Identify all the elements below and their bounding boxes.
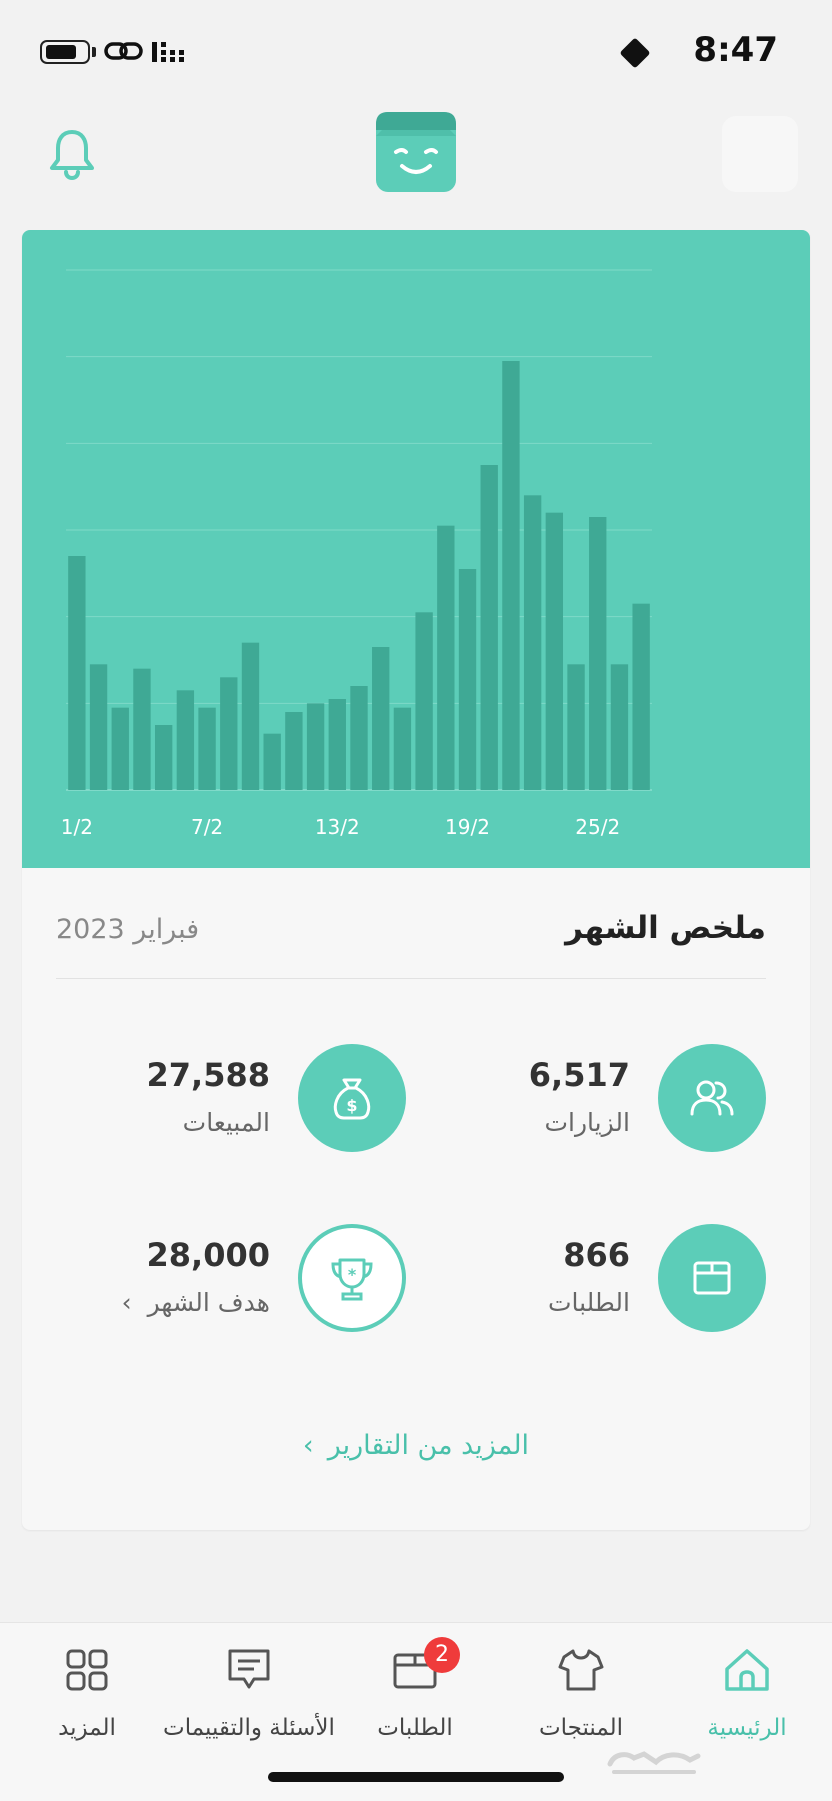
- bell-icon[interactable]: [44, 126, 100, 182]
- divider: [56, 978, 766, 979]
- chart-bar[interactable]: [589, 517, 607, 790]
- orders-label: الطلبات: [547, 1288, 630, 1317]
- summary-month: فبراير 2023: [56, 914, 200, 945]
- chevron-left-icon: ‹: [302, 1430, 314, 1461]
- chart-bar[interactable]: [567, 664, 585, 790]
- chart-bar[interactable]: [545, 512, 564, 790]
- visits-label: الزيارات: [544, 1108, 631, 1137]
- orders-badge: 2: [424, 1637, 460, 1673]
- box-icon: [693, 1261, 731, 1295]
- goal-label: هدف الشهر: [147, 1288, 270, 1317]
- summary-header: ملخص الشهر فبراير 2023: [56, 910, 766, 966]
- goal-icon-circle: *: [298, 1224, 406, 1332]
- chart-bar[interactable]: [393, 707, 412, 790]
- tab-products[interactable]: المنتجات: [498, 1633, 664, 1753]
- users-icon: [690, 1080, 734, 1116]
- tab-home-label: الرئيسية: [707, 1715, 787, 1741]
- tab-home[interactable]: الرئيسية: [664, 1633, 830, 1753]
- money-bag-icon: $: [333, 1078, 371, 1120]
- chart-bar[interactable]: [415, 612, 433, 790]
- chart-bar[interactable]: [458, 569, 477, 790]
- chart-bar[interactable]: [263, 733, 281, 790]
- chart-bar[interactable]: [176, 690, 195, 790]
- chart-bar[interactable]: [437, 525, 455, 790]
- chart-bar[interactable]: [372, 647, 390, 790]
- sales-label: المبيعات: [182, 1108, 270, 1137]
- chart-bar[interactable]: [502, 361, 520, 790]
- summary-title: ملخص الشهر: [565, 910, 766, 946]
- sales-bar-chart: 1/2 7/2 13/2 19/2 25/2: [22, 230, 810, 868]
- tab-orders[interactable]: 2 الطلبات: [332, 1633, 498, 1753]
- svg-text:$: $: [346, 1096, 357, 1115]
- battery-icon: [40, 40, 90, 64]
- chart-x-tick-label: 25/2: [575, 815, 620, 839]
- tshirt-icon: [558, 1649, 604, 1691]
- chart-bar[interactable]: [285, 712, 303, 790]
- chevron-left-icon: ‹: [121, 1288, 132, 1317]
- app-logo: [376, 112, 456, 192]
- battery-cap: [92, 47, 96, 57]
- svg-text:*: *: [348, 1265, 357, 1284]
- chart-bar[interactable]: [68, 556, 86, 790]
- chart-bar[interactable]: [89, 664, 108, 790]
- orders-value: 866: [563, 1236, 630, 1274]
- chat-icon: [228, 1649, 270, 1689]
- link-icon: [104, 42, 143, 60]
- goal-value: 28,000: [146, 1236, 270, 1274]
- watermark-logo: [607, 1751, 701, 1774]
- chart-bar[interactable]: [154, 725, 173, 790]
- home-indicator: [268, 1772, 564, 1782]
- chart-x-tick-label: 7/2: [191, 815, 223, 839]
- signal-icon: [152, 42, 184, 62]
- chart-bar[interactable]: [198, 707, 216, 790]
- home-icon: [725, 1649, 769, 1691]
- goal-link[interactable]: ‹ هدف الشهر: [122, 1288, 270, 1317]
- chart-bar[interactable]: [328, 699, 346, 790]
- chart-x-tick-label: 13/2: [315, 815, 360, 839]
- chart-bar[interactable]: [523, 495, 542, 790]
- chart-bar[interactable]: [220, 677, 238, 790]
- chart-bar[interactable]: [111, 707, 129, 790]
- chart-bar[interactable]: [480, 465, 498, 790]
- more-reports-label: المزيد من التقارير: [327, 1430, 530, 1461]
- sales-value: 27,588: [146, 1056, 270, 1094]
- visits-value: 6,517: [528, 1056, 630, 1094]
- more-reports-link[interactable]: ‹ المزيد من التقارير: [22, 1430, 810, 1461]
- grid-icon: [66, 1649, 108, 1691]
- store-avatar[interactable]: [722, 116, 798, 192]
- chart-bar[interactable]: [610, 664, 629, 790]
- chart-x-tick-label: 19/2: [445, 815, 490, 839]
- visits-icon-circle: [658, 1044, 766, 1152]
- chart-bar[interactable]: [241, 642, 260, 790]
- location-diamond-icon: [619, 37, 651, 69]
- chart-bar[interactable]: [306, 703, 325, 790]
- status-bar: 8:47: [0, 0, 832, 100]
- orders-icon-circle: [658, 1224, 766, 1332]
- status-time: 8:47: [693, 30, 778, 70]
- chart-bar[interactable]: [133, 668, 151, 790]
- tab-questions-reviews[interactable]: الأسئلة والتقييمات: [163, 1633, 335, 1753]
- chart-x-tick-label: 1/2: [61, 815, 93, 839]
- sales-icon-circle: $: [298, 1044, 406, 1152]
- chart-bar[interactable]: [632, 603, 650, 790]
- chart-bar[interactable]: [350, 686, 368, 790]
- trophy-icon: *: [331, 1258, 373, 1301]
- summary-card: 1/2 7/2 13/2 19/2 25/2 ملخص الشهر فبراير 202…: [22, 230, 810, 1530]
